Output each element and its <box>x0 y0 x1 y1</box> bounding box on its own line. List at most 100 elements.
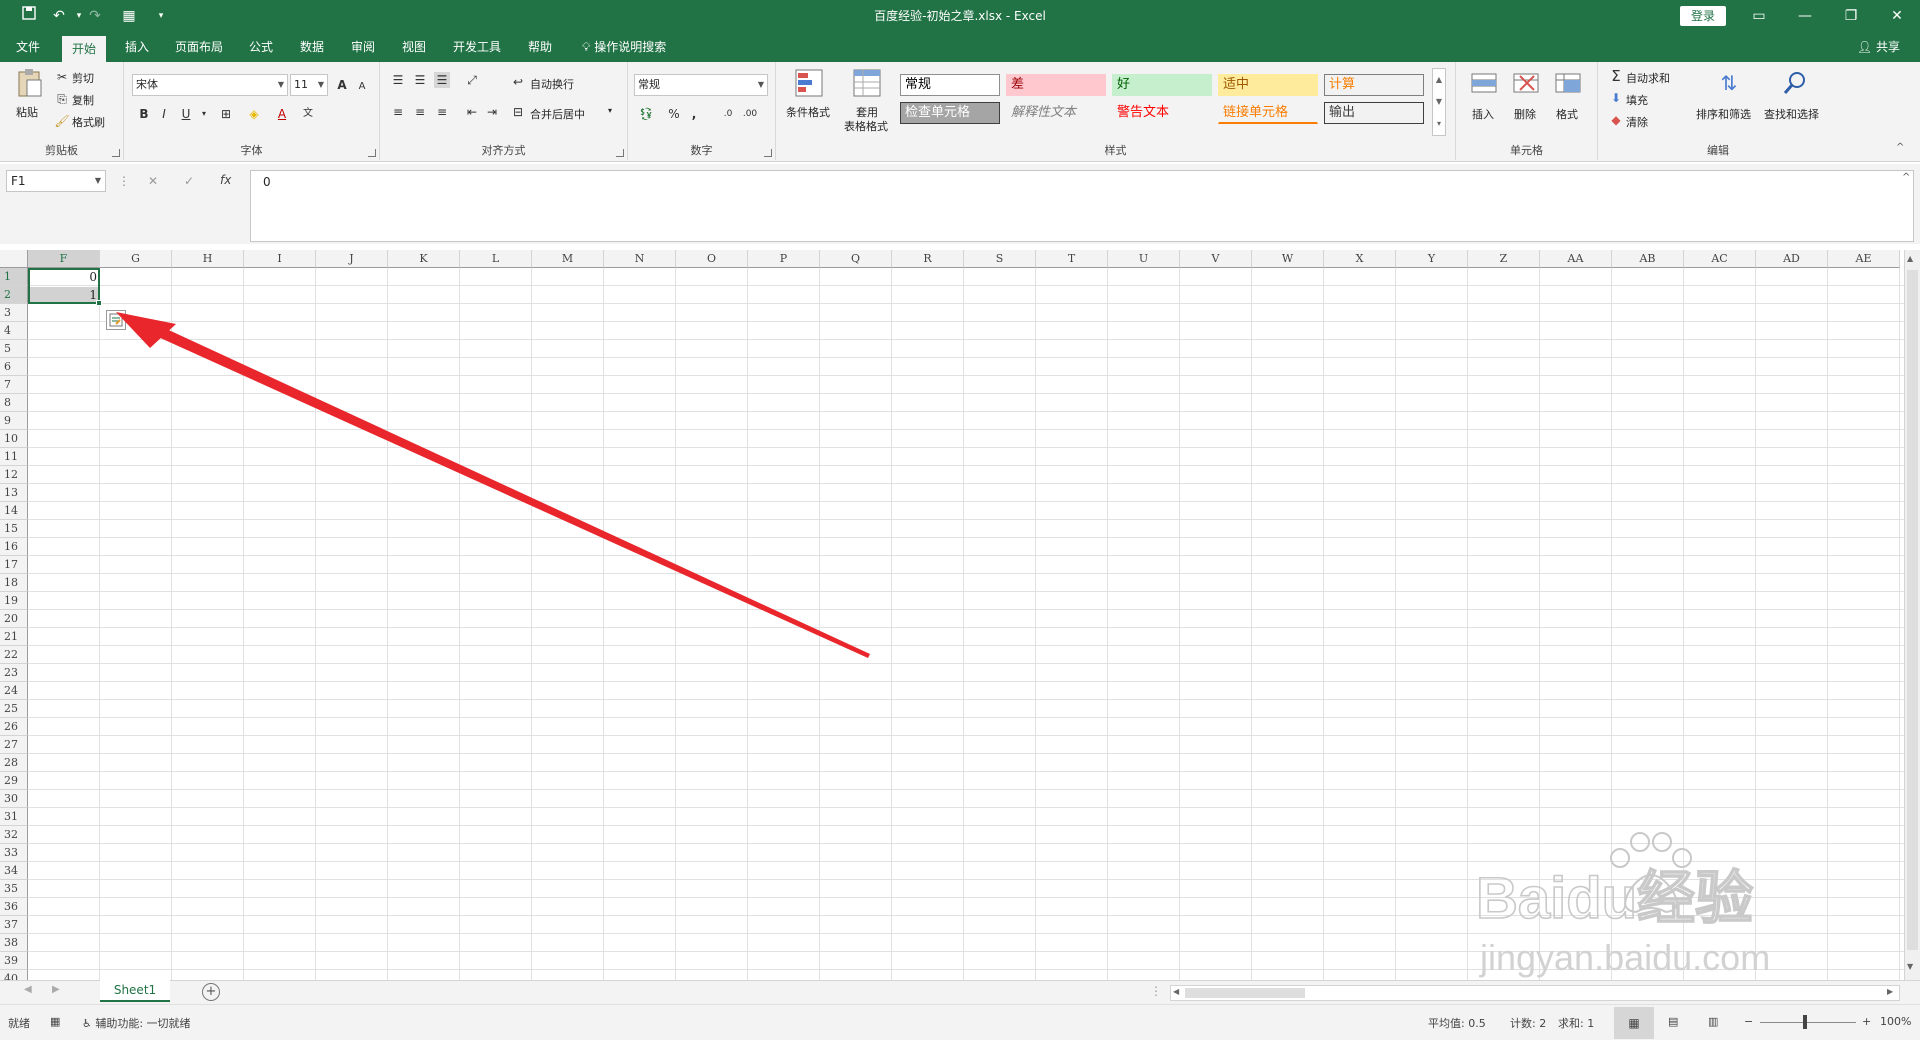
tab-data[interactable]: 数据 <box>290 32 334 62</box>
row-header-21[interactable]: 21 <box>0 628 28 646</box>
row-header-2[interactable]: 2 <box>0 286 28 304</box>
cell-style-8[interactable]: 链接单元格 <box>1218 102 1318 124</box>
font-name-select[interactable]: 宋体 ▼ <box>132 74 288 96</box>
accounting-format-icon[interactable]: 💱︎ <box>638 106 654 122</box>
dialog-launcher-icon[interactable] <box>764 149 772 157</box>
format-cells-button[interactable]: 格式 <box>1548 68 1588 138</box>
conditional-formatting-button[interactable]: 条件格式 <box>782 66 838 136</box>
dialog-launcher-icon[interactable] <box>112 149 120 157</box>
row-header-28[interactable]: 28 <box>0 754 28 772</box>
macro-record-icon[interactable]: ▦ <box>50 1015 60 1028</box>
column-header-g[interactable]: G <box>100 250 172 268</box>
row-header-23[interactable]: 23 <box>0 664 28 682</box>
zoom-slider-thumb[interactable] <box>1803 1015 1807 1029</box>
sort-filter-button[interactable]: ⇅ 排序和筛选 <box>1696 68 1762 138</box>
underline-button[interactable]: U <box>178 106 194 122</box>
normal-view-icon[interactable]: ▦ <box>1614 1007 1654 1039</box>
row-header-18[interactable]: 18 <box>0 574 28 592</box>
row-header-4[interactable]: 4 <box>0 322 28 340</box>
row-header-13[interactable]: 13 <box>0 484 28 502</box>
borders-icon[interactable]: ⊞ <box>218 106 234 122</box>
column-header-z[interactable]: Z <box>1468 250 1540 268</box>
bold-button[interactable]: B <box>136 106 152 122</box>
tell-me-search[interactable]: 💡︎ 操作说明搜索 <box>572 32 676 62</box>
phonetic-guide-icon[interactable]: 文 <box>300 106 316 122</box>
column-header-r[interactable]: R <box>892 250 964 268</box>
row-header-19[interactable]: 19 <box>0 592 28 610</box>
collapse-ribbon-icon[interactable]: ^ <box>1896 142 1904 153</box>
merge-center-button[interactable]: ⊟ 合并后居中 ▾ <box>510 104 620 122</box>
zoom-slider[interactable] <box>1760 1022 1856 1023</box>
font-size-select[interactable]: 11 ▼ <box>290 74 328 96</box>
row-header-9[interactable]: 9 <box>0 412 28 430</box>
column-header-q[interactable]: Q <box>820 250 892 268</box>
delete-cells-button[interactable]: 删除 <box>1506 68 1546 138</box>
fill-button[interactable]: ⬇ 填充 <box>1608 90 1688 108</box>
row-header-17[interactable]: 17 <box>0 556 28 574</box>
zoom-level[interactable]: 100% <box>1880 1015 1911 1028</box>
cell-F1[interactable]: 0 <box>28 268 100 286</box>
row-header-22[interactable]: 22 <box>0 646 28 664</box>
accessibility-status[interactable]: ♿︎ 辅助功能: 一切就绪 <box>82 1015 191 1031</box>
scroll-thumb[interactable] <box>1907 270 1918 950</box>
enter-formula-icon[interactable]: ✓ <box>184 174 194 188</box>
row-header-26[interactable]: 26 <box>0 718 28 736</box>
horizontal-scroll-thumb[interactable] <box>1185 988 1305 998</box>
row-header-1[interactable]: 1 <box>0 268 28 286</box>
column-header-ad[interactable]: AD <box>1756 250 1828 268</box>
tab-formulas[interactable]: 公式 <box>239 32 283 62</box>
format-as-table-button[interactable]: 套用 表格格式 <box>840 66 896 146</box>
cut-button[interactable]: ✂ 剪切 <box>54 68 114 86</box>
top-align-icon[interactable]: ☰ <box>390 72 406 88</box>
column-header-v[interactable]: V <box>1180 250 1252 268</box>
maximize-icon[interactable]: ❐ <box>1828 0 1874 32</box>
row-header-32[interactable]: 32 <box>0 826 28 844</box>
row-header-30[interactable]: 30 <box>0 790 28 808</box>
scroll-up-icon[interactable]: ▲ <box>1907 254 1913 263</box>
column-header-ae[interactable]: AE <box>1828 250 1900 268</box>
increase-decimal-icon[interactable]: .0 <box>720 106 736 122</box>
quick-analysis-button[interactable] <box>106 310 126 330</box>
customize-quick-access-icon[interactable]: ▾ <box>150 6 172 26</box>
orientation-icon[interactable]: ⤢ <box>464 72 480 88</box>
column-header-u[interactable]: U <box>1108 250 1180 268</box>
row-header-38[interactable]: 38 <box>0 934 28 952</box>
increase-font-size-icon[interactable]: A <box>334 77 350 93</box>
clear-button[interactable]: ◆ 清除 <box>1608 112 1688 130</box>
cell-style-7[interactable]: 警告文本 <box>1112 102 1212 124</box>
cancel-formula-icon[interactable]: ✕ <box>148 174 158 188</box>
row-header-31[interactable]: 31 <box>0 808 28 826</box>
percent-style-button[interactable]: % <box>666 106 682 122</box>
zoom-out-icon[interactable]: − <box>1744 1015 1753 1028</box>
column-header-w[interactable]: W <box>1252 250 1324 268</box>
cell-style-4[interactable]: 计算 <box>1324 74 1424 96</box>
ribbon-display-options-icon[interactable]: ▭ <box>1736 0 1782 32</box>
copy-button[interactable]: ⎘ 复制 <box>54 90 114 108</box>
row-header-20[interactable]: 20 <box>0 610 28 628</box>
scroll-left-icon[interactable]: ◀ <box>1173 987 1179 996</box>
decrease-font-size-icon[interactable]: A <box>354 79 370 95</box>
row-header-3[interactable]: 3 <box>0 304 28 322</box>
column-header-i[interactable]: I <box>244 250 316 268</box>
column-header-s[interactable]: S <box>964 250 1036 268</box>
formula-input[interactable]: 0 <box>250 170 1914 242</box>
horizontal-scrollbar[interactable]: ◀ ▶ <box>1170 985 1900 1001</box>
row-header-34[interactable]: 34 <box>0 862 28 880</box>
prev-sheet-icon[interactable]: ◀ <box>24 984 32 995</box>
align-right-icon[interactable]: ≡ <box>434 104 450 120</box>
page-break-view-icon[interactable]: ▥ <box>1708 1015 1718 1028</box>
cell-style-9[interactable]: 输出 <box>1324 102 1424 124</box>
cell-style-2[interactable]: 好 <box>1112 74 1212 96</box>
format-painter-button[interactable]: 🖌︎ 格式刷 <box>54 112 114 130</box>
minimize-icon[interactable]: — <box>1782 0 1828 32</box>
tab-home[interactable]: 开始 <box>62 36 107 62</box>
fill-color-icon[interactable]: ◈ <box>246 106 262 122</box>
tab-file[interactable]: 文件 <box>6 32 50 62</box>
cell-F2[interactable]: 1 <box>28 286 100 304</box>
split-handle-icon[interactable]: ⋮ <box>1150 984 1162 998</box>
column-header-n[interactable]: N <box>604 250 676 268</box>
align-left-icon[interactable]: ≡ <box>390 104 406 120</box>
row-header-27[interactable]: 27 <box>0 736 28 754</box>
vertical-scrollbar[interactable]: ▲ ▼ <box>1904 250 1920 980</box>
expand-formula-bar-icon[interactable]: ^ <box>1902 172 1910 183</box>
